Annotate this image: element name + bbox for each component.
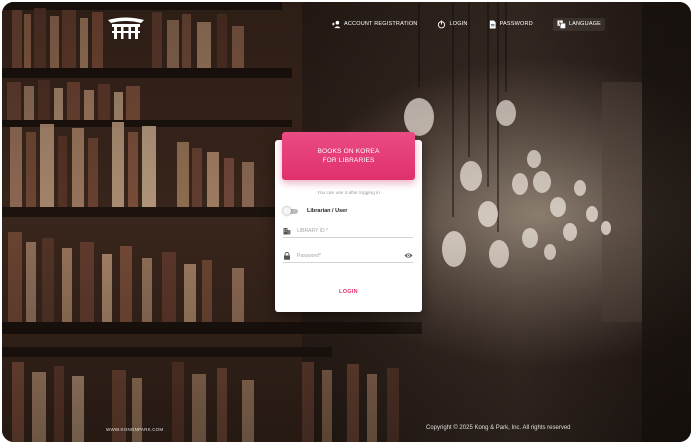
nav-account-registration-label: ACCOUNT REGISTRATION <box>344 21 418 27</box>
role-toggle-switch[interactable] <box>283 207 299 215</box>
page-frame: ACCOUNT REGISTRATION LOGIN PASSWORD A LA… <box>2 2 691 442</box>
footer-copyright: Copyright © 2025 Kong & Park, Inc. All r… <box>426 425 571 431</box>
translate-icon: A <box>557 19 566 29</box>
top-nav: ACCOUNT REGISTRATION LOGIN PASSWORD A LA… <box>332 16 606 32</box>
document-icon <box>489 19 496 29</box>
nav-password[interactable]: PASSWORD <box>488 19 533 29</box>
nav-login[interactable]: LOGIN <box>437 19 468 29</box>
password-input[interactable] <box>297 252 397 259</box>
login-card: BOOKS ON KOREA FOR LIBRARIES You can use… <box>275 132 422 312</box>
card-title-line2: FOR LIBRARIES <box>322 157 375 164</box>
lock-icon <box>284 251 290 260</box>
nav-login-label: LOGIN <box>449 21 468 27</box>
toggle-thumb <box>283 207 291 215</box>
login-button[interactable]: LOGIN <box>325 286 372 298</box>
svg-text:A: A <box>558 20 561 25</box>
nav-password-label: PASSWORD <box>499 21 533 27</box>
nav-language-label: LANGUAGE <box>568 21 602 27</box>
person-add-icon <box>332 20 341 28</box>
korean-gate-logo-icon[interactable] <box>106 14 146 40</box>
library-id-input[interactable] <box>297 227 397 234</box>
building-icon <box>283 227 291 234</box>
eye-icon[interactable] <box>404 252 413 259</box>
power-icon <box>438 19 446 28</box>
library-id-field <box>283 224 413 238</box>
login-card-header: BOOKS ON KOREA FOR LIBRARIES <box>282 132 415 180</box>
role-toggle-row: Librarian / User <box>283 207 347 215</box>
footer-website-link[interactable]: WWW.KONGNPARK.COM <box>106 427 163 432</box>
password-field <box>283 249 413 263</box>
role-toggle-label: Librarian / User <box>307 208 348 214</box>
login-subtitle: You can use it after logging in <box>317 191 380 196</box>
card-title-line1: BOOKS ON KOREA <box>317 148 380 155</box>
nav-language[interactable]: A LANGUAGE <box>552 17 606 31</box>
nav-account-registration[interactable]: ACCOUNT REGISTRATION <box>332 20 417 29</box>
